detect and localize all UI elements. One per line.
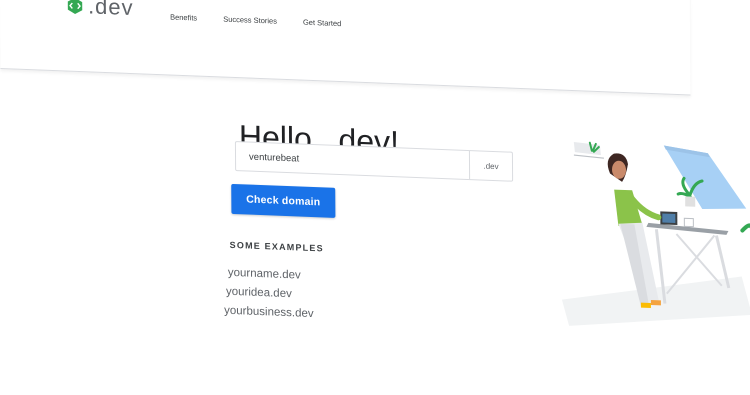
main-nav: Benefits Success Stories Get Started bbox=[170, 13, 341, 29]
page: .dev Benefits Success Stories Get Starte… bbox=[0, 0, 750, 395]
woman-at-desk-illustration bbox=[561, 141, 750, 326]
site-header: .dev Benefits Success Stories Get Starte… bbox=[0, 0, 691, 96]
example-item: yourname.dev bbox=[227, 266, 301, 282]
woman-figure-illustration bbox=[607, 153, 662, 309]
nav-item-success-stories[interactable]: Success Stories bbox=[223, 15, 277, 26]
shelf-plant-illustration bbox=[573, 141, 604, 159]
domain-search-input[interactable] bbox=[235, 141, 470, 181]
window-illustration bbox=[663, 145, 747, 209]
dev-logo-icon bbox=[67, 0, 83, 14]
plant-leaf-illustration bbox=[740, 223, 750, 233]
examples-heading: SOME EXAMPLES bbox=[229, 239, 324, 254]
check-domain-button[interactable]: Check domain bbox=[231, 183, 336, 218]
domain-search-field: .dev bbox=[234, 141, 514, 182]
tld-suffix: .dev bbox=[468, 151, 513, 181]
brand-name: .dev bbox=[87, 0, 134, 21]
nav-item-get-started[interactable]: Get Started bbox=[303, 18, 341, 28]
brand-logo[interactable]: .dev bbox=[66, 0, 134, 21]
nav-item-benefits[interactable]: Benefits bbox=[170, 13, 197, 23]
example-item: youridea.dev bbox=[225, 285, 292, 301]
example-item: yourbusiness.dev bbox=[224, 304, 314, 321]
